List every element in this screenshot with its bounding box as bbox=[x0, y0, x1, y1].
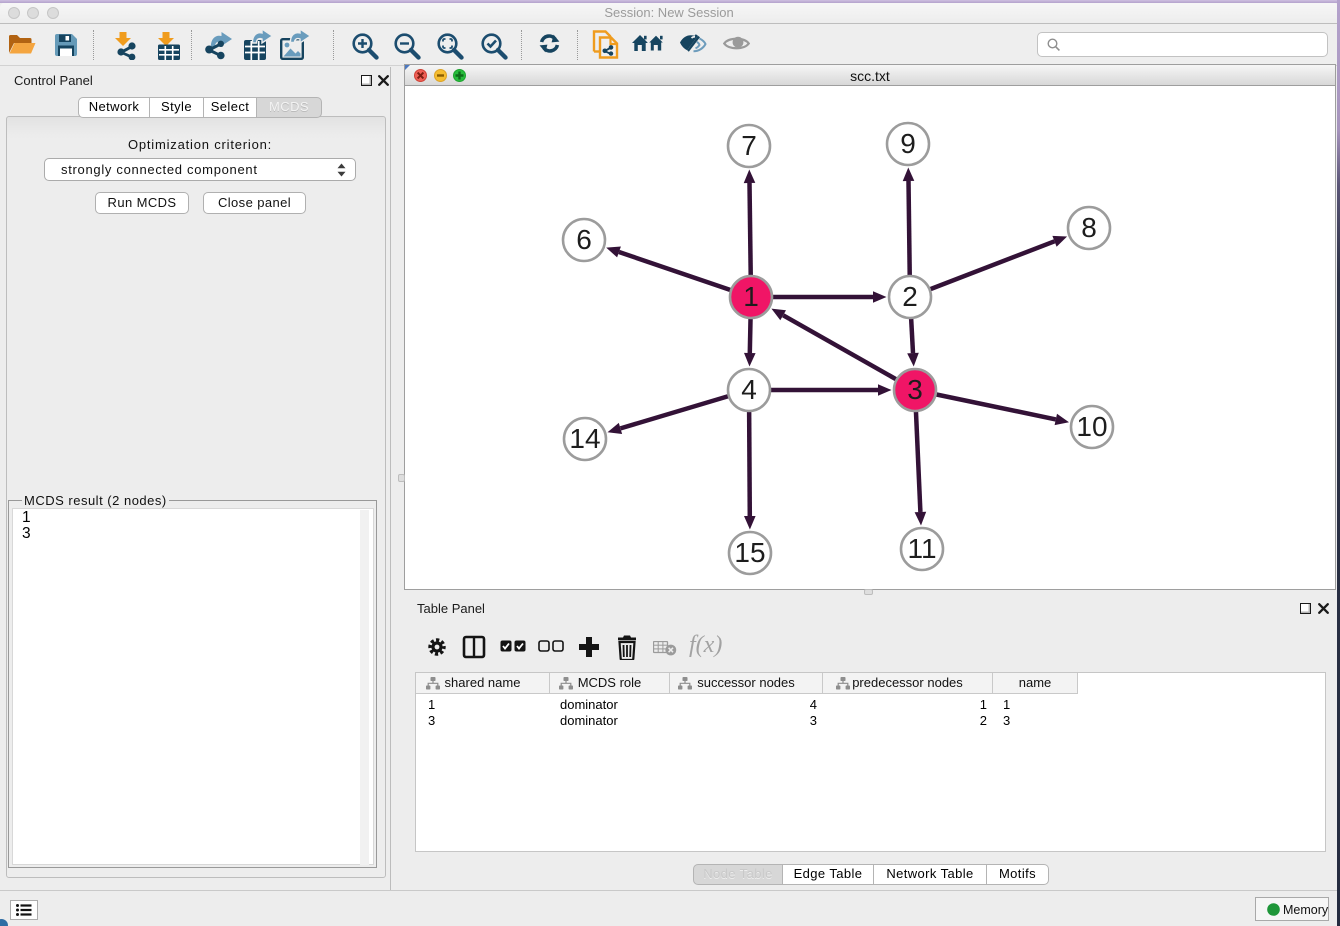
svg-text:1: 1 bbox=[743, 281, 759, 312]
svg-text:10: 10 bbox=[1076, 411, 1107, 442]
svg-text:14: 14 bbox=[569, 423, 600, 454]
svg-text:9: 9 bbox=[900, 128, 916, 159]
svg-text:7: 7 bbox=[741, 130, 757, 161]
svg-text:6: 6 bbox=[576, 224, 592, 255]
svg-text:11: 11 bbox=[907, 533, 936, 564]
svg-text:15: 15 bbox=[734, 537, 765, 568]
svg-text:3: 3 bbox=[907, 374, 923, 405]
svg-text:2: 2 bbox=[902, 281, 918, 312]
svg-text:8: 8 bbox=[1081, 212, 1097, 243]
svg-text:4: 4 bbox=[741, 374, 757, 405]
